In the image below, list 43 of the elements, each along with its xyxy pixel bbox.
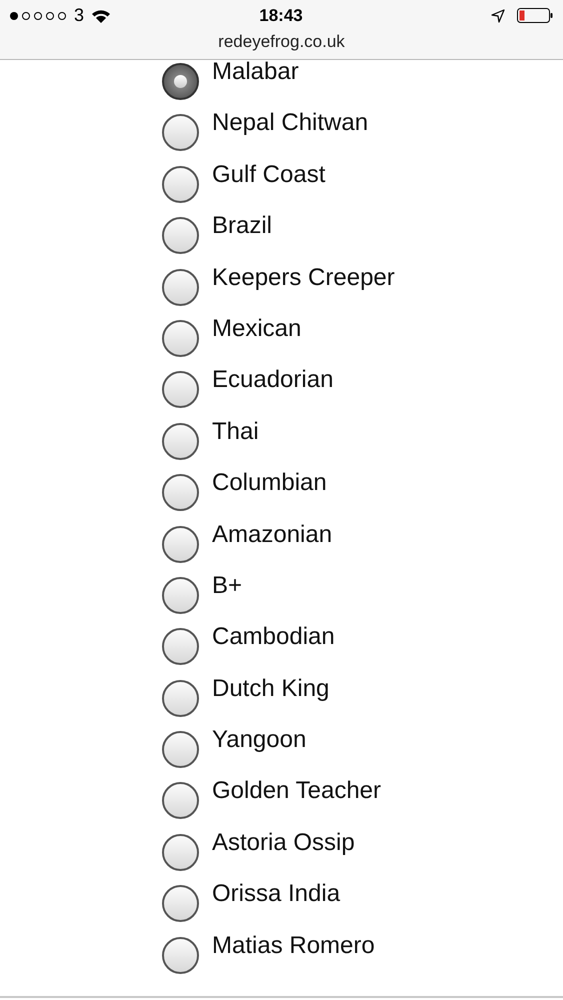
radio-button[interactable] (162, 782, 199, 820)
option-label: Dutch King (212, 676, 330, 702)
option-label: Mexican (212, 316, 302, 342)
clock-time: 18:43 (259, 6, 303, 26)
radio-button[interactable] (162, 371, 199, 408)
battery-icon (516, 8, 553, 23)
radio-button[interactable] (162, 268, 199, 306)
option-label: Nepal Chitwan (212, 110, 368, 136)
option-label: Gulf Coast (212, 162, 326, 188)
radio-button[interactable] (162, 576, 199, 614)
radio-button[interactable] (162, 114, 199, 152)
option-label: Astoria Ossip (212, 830, 355, 856)
radio-button[interactable] (162, 217, 199, 254)
option-label: Thai (212, 418, 259, 445)
location-arrow-icon (490, 8, 505, 22)
signal-icon (9, 10, 67, 20)
radio-button[interactable] (162, 422, 199, 460)
radio-button[interactable] (162, 628, 199, 666)
option-label: Golden Teacher (212, 778, 382, 804)
option-label: B+ (212, 572, 242, 599)
option-label: Yangoon (212, 727, 306, 754)
radio-button[interactable] (162, 731, 199, 768)
radio-button[interactable] (162, 885, 199, 922)
option-label: Amazonian (212, 522, 332, 548)
address-bar-url[interactable]: redeyefrog.co.uk (218, 32, 345, 52)
option-label: Orissa India (212, 881, 340, 908)
carrier-name: 3 (74, 5, 84, 26)
option-label: Columbian (212, 470, 327, 496)
option-label: Malabar (212, 59, 299, 85)
radio-button[interactable] (162, 63, 199, 100)
option-label: Cambodian (212, 624, 335, 650)
option-label: Matias Romero (212, 932, 375, 959)
radio-button[interactable] (162, 834, 199, 871)
radio-button[interactable] (162, 526, 199, 563)
option-label: Brazil (212, 213, 272, 240)
radio-button[interactable] (162, 474, 199, 512)
radio-button[interactable] (162, 166, 199, 203)
radio-button[interactable] (162, 320, 199, 357)
option-label: Keepers Creeper (212, 264, 395, 291)
radio-button[interactable] (162, 936, 199, 974)
wifi-icon (91, 8, 112, 22)
option-label: Ecuadorian (212, 367, 334, 394)
radio-button[interactable] (162, 680, 199, 717)
